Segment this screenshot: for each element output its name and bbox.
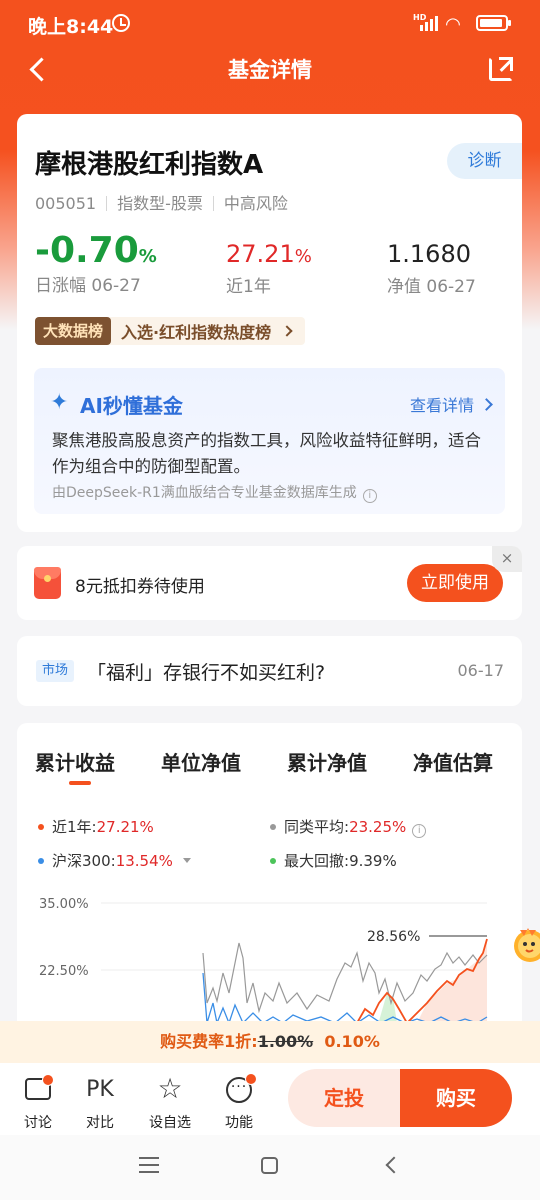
day-change-stat: -0.70% 日涨幅 06-27 (35, 230, 157, 296)
legend-year: 近1年:27.21% (38, 816, 154, 837)
discuss-button[interactable]: 讨论 (12, 1063, 64, 1132)
news-date: 06-17 (457, 661, 505, 680)
ai-title: AI秒懂基金 (80, 394, 183, 418)
notification-dot (42, 1074, 54, 1086)
legend-peer-value: 23.25% (349, 818, 407, 836)
nav-bar: 基金详情 (0, 48, 540, 92)
tab-cumulative-nav[interactable]: 累计净值 (287, 747, 367, 776)
ai-summary-text: 聚焦港股高股息资产的指数工具，风险收益特征鲜明，适合作为组合中的防御型配置。 (52, 431, 481, 476)
menu-icon[interactable] (139, 1157, 159, 1173)
legend-drawdown-label: 最大回撤: (284, 852, 350, 870)
status-bar: 晚上8:44 HD ◠ (0, 0, 540, 48)
nav-stat: 1.1680 净值 06-27 (387, 240, 476, 297)
functions-button[interactable]: ··· 功能 (213, 1063, 265, 1132)
ai-summary-box: ✦ AI秒懂基金 查看详情 聚焦港股高股息资产的指数工具，风险收益特征鲜明，适合… (34, 368, 505, 514)
y-tick-label: 22.50% (39, 964, 89, 979)
fee-prefix: 购买费率1折: (160, 1032, 258, 1051)
legend-csi300-value: 13.54% (115, 852, 173, 870)
day-change-value: -0.70 (35, 230, 139, 271)
coupon-text: 8元抵扣券待使用 (75, 577, 205, 597)
info-icon[interactable]: i (362, 489, 377, 503)
page-title: 基金详情 (228, 58, 312, 82)
compare-button[interactable]: PK 对比 (74, 1063, 126, 1132)
coupon-card: 8元抵扣券待使用 立即使用 × (17, 546, 522, 620)
fee-current: 0.10% (324, 1032, 380, 1051)
tab-nav-estimate[interactable]: 净值估算 (413, 747, 493, 776)
legend-peer-average: 同类平均:23.25% i (270, 816, 427, 838)
legend-peer-label: 同类平均: (284, 818, 350, 836)
battery-icon (476, 15, 511, 31)
ai-more-link[interactable]: 查看详情 (410, 392, 491, 416)
year-return-stat: 27.21% 近1年 (226, 240, 312, 297)
ai-source: 由DeepSeek-R1满血版结合专业基金数据库生成 i (52, 482, 377, 503)
bottom-action-bar: 讨论 PK 对比 ☆ 设自选 ··· 功能 定投 购买 (0, 1063, 540, 1135)
use-coupon-button[interactable]: 立即使用 (407, 564, 503, 602)
red-packet-icon (34, 567, 61, 599)
bigdata-ranking-banner[interactable]: 大数据榜 入选·红利指数热度榜 (35, 317, 306, 345)
legend-drawdown-value: 9.39% (349, 852, 397, 870)
pk-icon: PK (86, 1077, 114, 1102)
news-tag: 市场 (36, 660, 74, 682)
notification-dot (245, 1073, 257, 1085)
news-title: 「福利」存银行不如买红利? (87, 662, 326, 684)
day-change-label: 日涨幅 06-27 (35, 276, 141, 296)
buy-button[interactable]: 购买 (400, 1069, 512, 1127)
performance-chart-card: 累计收益 单位净值 累计净值 净值估算 近1年:27.21% 同类平均:23.2… (17, 723, 522, 1053)
fund-risk: 中高风险 (223, 194, 288, 213)
ai-source-text: 由DeepSeek-R1满血版结合专业基金数据库生成 (52, 485, 357, 501)
signal-icon (418, 15, 438, 31)
active-tab-indicator (69, 781, 91, 785)
fund-summary-card: 摩根港股红利指数A 诊断 005051 指数型-股票 中高风险 -0.70% 日涨幅… (17, 114, 522, 532)
info-icon[interactable]: i (412, 824, 427, 838)
functions-label: 功能 (225, 1115, 253, 1131)
home-icon[interactable] (261, 1157, 278, 1174)
fund-type: 指数型-股票 (117, 194, 203, 213)
add-watchlist-button[interactable]: ☆ 设自选 (144, 1063, 196, 1132)
share-icon[interactable] (489, 57, 513, 81)
system-nav-bar (0, 1135, 540, 1200)
fee-discount-bar: 购买费率1折:1.00% 0.10% (0, 1021, 540, 1063)
news-card[interactable]: 市场 「福利」存银行不如买红利? 06-17 (17, 636, 522, 706)
mascot-icon[interactable] (506, 916, 540, 970)
diagnose-button[interactable]: 诊断 (447, 143, 522, 179)
watchlist-label: 设自选 (149, 1115, 191, 1131)
legend-year-label: 近1年: (52, 818, 97, 836)
year-return-value: 27.21 (226, 240, 295, 268)
bigdata-text: 入选·红利指数热度榜 (121, 323, 272, 342)
fund-name: 摩根港股红利指数A (35, 150, 264, 180)
y-tick-label: 35.00% (39, 897, 89, 912)
year-return-label: 近1年 (226, 277, 271, 297)
status-time: 晚上8:44 (28, 16, 114, 38)
nav-value: 1.1680 (387, 240, 471, 268)
wifi-icon: ◠ (446, 14, 460, 35)
fee-original: 1.00% (257, 1032, 314, 1051)
legend-year-value: 27.21% (96, 818, 154, 836)
tab-cumulative-return[interactable]: 累计收益 (35, 747, 115, 776)
year-return-unit: % (294, 246, 312, 267)
star-plus-icon: ☆ (157, 1072, 183, 1105)
close-icon[interactable]: × (492, 546, 522, 572)
compare-label: 对比 (86, 1115, 114, 1131)
alarm-icon (112, 14, 130, 32)
sparkle-icon: ✦ (50, 390, 69, 415)
nav-label: 净值 06-27 (387, 277, 476, 297)
legend-csi300[interactable]: 沪深300:13.54% (38, 850, 191, 871)
fund-code: 005051 (35, 194, 97, 213)
day-change-unit: % (138, 246, 157, 267)
chevron-right-icon (281, 325, 293, 337)
caret-down-icon (182, 858, 191, 863)
discuss-label: 讨论 (24, 1115, 52, 1131)
fund-meta: 005051 指数型-股票 中高风险 (35, 190, 288, 214)
auto-invest-button[interactable]: 定投 (288, 1069, 400, 1127)
system-back-icon[interactable] (385, 1156, 403, 1174)
legend-csi300-label: 沪深300: (52, 852, 116, 870)
tab-unit-nav[interactable]: 单位净值 (161, 747, 241, 776)
peak-annotation: 28.56% (367, 929, 420, 945)
legend-max-drawdown: 最大回撤:9.39% (270, 850, 397, 871)
bigdata-tag: 大数据榜 (35, 317, 112, 345)
drawdown-area (379, 993, 397, 1023)
